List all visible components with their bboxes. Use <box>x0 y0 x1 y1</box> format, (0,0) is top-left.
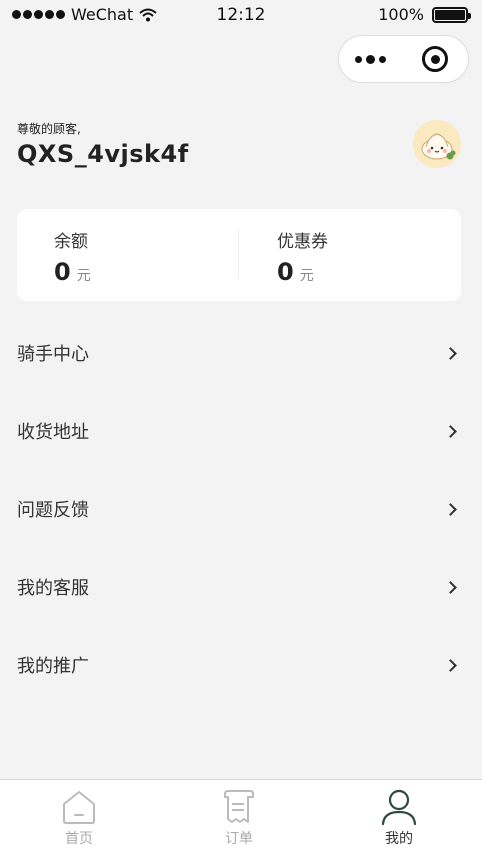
target-close-icon[interactable] <box>403 36 469 82</box>
balance-unit: 元 <box>76 268 91 284</box>
receipt-icon <box>224 790 254 823</box>
balance-label: 余额 <box>54 232 88 252</box>
battery-percent: 100% <box>378 5 424 24</box>
balance-value-row: 0 元 <box>54 258 91 286</box>
home-icon <box>63 791 95 824</box>
battery-icon <box>432 6 471 23</box>
coupon-value: 0 <box>277 258 294 286</box>
chevron-right-icon <box>444 580 457 594</box>
chevron-right-icon <box>444 658 457 672</box>
coupon-value-row: 0 元 <box>277 258 328 286</box>
tab-label: 我的 <box>385 831 413 847</box>
menu-item-label: 问题反馈 <box>17 500 89 521</box>
menu-item-customer-service[interactable]: 我的客服 <box>17 567 461 607</box>
tab-label: 订单 <box>225 831 253 847</box>
menu-item-feedback[interactable]: 问题反馈 <box>17 489 461 529</box>
coupon-stat[interactable]: 优惠券 0 元 <box>277 227 328 286</box>
miniprogram-capsule <box>338 35 469 83</box>
avatar[interactable] <box>413 120 461 168</box>
menu-item-label: 骑手中心 <box>17 344 89 365</box>
balance-stat[interactable]: 余额 0 元 <box>54 227 91 286</box>
battery-status: 100% <box>378 5 471 24</box>
menu-item-label: 我的推广 <box>17 656 89 677</box>
coupon-unit: 元 <box>299 268 314 284</box>
wallet-card: 余额 0 元 优惠券 0 元 <box>17 209 461 301</box>
bun-avatar-icon <box>421 133 456 160</box>
menu-item-label: 收货地址 <box>17 422 89 443</box>
tab-home[interactable]: 首页 <box>39 788 119 852</box>
menu-item-address[interactable]: 收货地址 <box>17 411 461 451</box>
tab-bar: 首页 订单 我的 <box>0 779 482 852</box>
chevron-right-icon <box>444 502 457 516</box>
status-bar: WeChat 12:12 100% <box>0 0 482 30</box>
balance-value: 0 <box>54 258 71 286</box>
menu-item-label: 我的客服 <box>17 578 89 599</box>
chevron-right-icon <box>444 346 457 360</box>
card-divider <box>238 231 239 279</box>
user-icon <box>381 789 417 826</box>
tab-mine[interactable]: 我的 <box>359 788 439 852</box>
chevron-right-icon <box>444 424 457 438</box>
more-dots-icon[interactable] <box>339 36 403 82</box>
tab-label: 首页 <box>65 831 93 847</box>
tab-orders[interactable]: 订单 <box>199 788 279 852</box>
menu-item-promotion[interactable]: 我的推广 <box>17 645 461 685</box>
coupon-label: 优惠券 <box>277 232 328 252</box>
menu-item-rider-center[interactable]: 骑手中心 <box>17 333 461 373</box>
battery-fill <box>435 9 465 20</box>
username: QXS_4vjsk4f <box>17 140 189 168</box>
greeting-text: 尊敬的顾客, <box>17 122 81 136</box>
